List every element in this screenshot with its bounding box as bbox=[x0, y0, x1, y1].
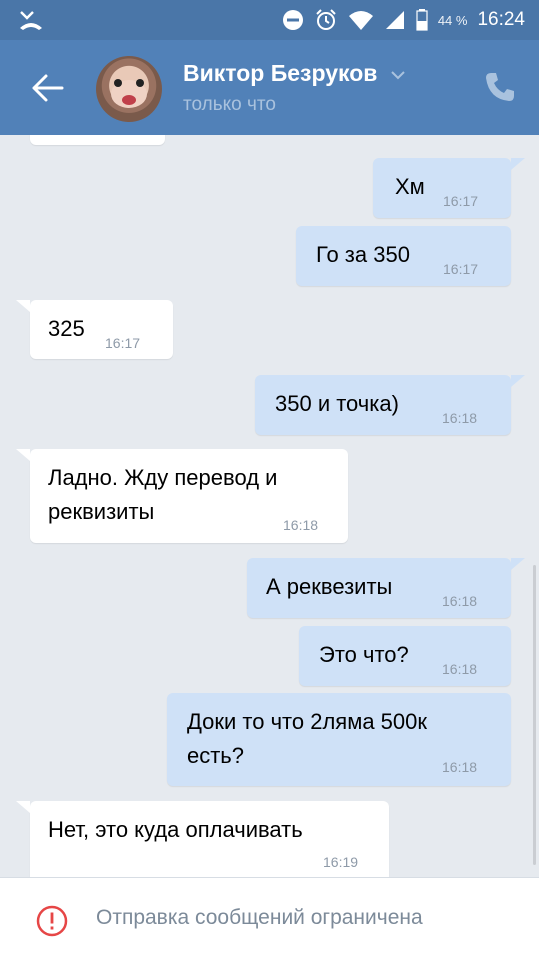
message-time: 16:18 bbox=[442, 410, 478, 426]
message-text: 350 и точка) bbox=[275, 391, 399, 416]
message-text: Го за 350 bbox=[316, 242, 410, 267]
scrollbar[interactable] bbox=[533, 565, 536, 865]
back-arrow-icon[interactable] bbox=[28, 70, 68, 106]
warning-icon bbox=[36, 905, 68, 937]
message-text-line: есть? bbox=[187, 743, 245, 768]
message-time: 16:18 bbox=[283, 517, 319, 533]
signal-icon bbox=[385, 11, 404, 29]
message-time: 16:18 bbox=[442, 661, 478, 677]
battery-icon bbox=[416, 9, 428, 31]
message-list[interactable]: Хм 16:17 Го за 350 16:17 325 16:17 350 и… bbox=[0, 135, 539, 877]
message-bubble-outgoing[interactable]: Го за 350 16:17 bbox=[296, 226, 511, 286]
message-bubble-outgoing[interactable]: А реквезиты 16:18 bbox=[247, 558, 525, 618]
avatar[interactable] bbox=[96, 56, 162, 122]
alarm-icon bbox=[316, 9, 336, 30]
contact-name[interactable]: Виктор Безруков bbox=[183, 60, 406, 87]
message-time: 16:18 bbox=[442, 759, 478, 775]
chevron-down-icon[interactable] bbox=[390, 70, 406, 80]
message-bubble-outgoing[interactable]: Это что? 16:18 bbox=[299, 626, 511, 686]
missed-call-icon bbox=[20, 11, 42, 30]
message-text: Это что? bbox=[319, 642, 409, 667]
message-text-line: Ладно. Жду перевод и bbox=[48, 465, 278, 490]
message-bubble-outgoing[interactable]: 350 и точка) 16:18 bbox=[255, 375, 525, 435]
message-bubble-outgoing[interactable]: Доки то что 2ляма 500к есть? 16:18 bbox=[167, 693, 511, 786]
phone-icon[interactable] bbox=[483, 70, 517, 104]
status-bar: 44 % 16:24 bbox=[0, 0, 539, 40]
message-bubble-outgoing[interactable]: Хм 16:17 bbox=[373, 158, 525, 218]
battery-percent: 44 % bbox=[437, 12, 468, 28]
do-not-disturb-icon bbox=[282, 10, 303, 30]
message-text: 325 bbox=[48, 316, 85, 341]
message-time: 16:19 bbox=[323, 854, 359, 870]
composer-restricted-bar: Отправка сообщений ограничена bbox=[0, 877, 539, 960]
message-text-line: реквизиты bbox=[48, 499, 155, 524]
message-bubble-incoming[interactable]: 325 16:17 bbox=[16, 300, 173, 359]
message-bubble-partial bbox=[30, 135, 165, 145]
wifi-icon bbox=[348, 11, 373, 30]
message-time: 16:17 bbox=[443, 261, 479, 277]
message-time: 16:17 bbox=[443, 193, 479, 209]
message-bubble-incoming[interactable]: Ладно. Жду перевод и реквизиты 16:18 bbox=[16, 449, 348, 543]
restriction-message: Отправка сообщений ограничена bbox=[96, 906, 423, 929]
message-time: 16:18 bbox=[442, 593, 478, 609]
message-bubble-incoming[interactable]: Нет, это куда оплачивать 16:19 bbox=[16, 801, 389, 877]
message-text: Хм bbox=[395, 174, 425, 199]
clock: 16:24 bbox=[477, 9, 525, 30]
chat-header: Виктор Безруков только что bbox=[0, 40, 539, 135]
message-text: А реквезиты bbox=[266, 574, 393, 599]
contact-status: только что bbox=[183, 94, 276, 115]
message-time: 16:17 bbox=[105, 335, 141, 351]
message-text: Нет, это куда оплачивать bbox=[48, 817, 303, 842]
message-text-line: Доки то что 2ляма 500к bbox=[187, 709, 428, 734]
